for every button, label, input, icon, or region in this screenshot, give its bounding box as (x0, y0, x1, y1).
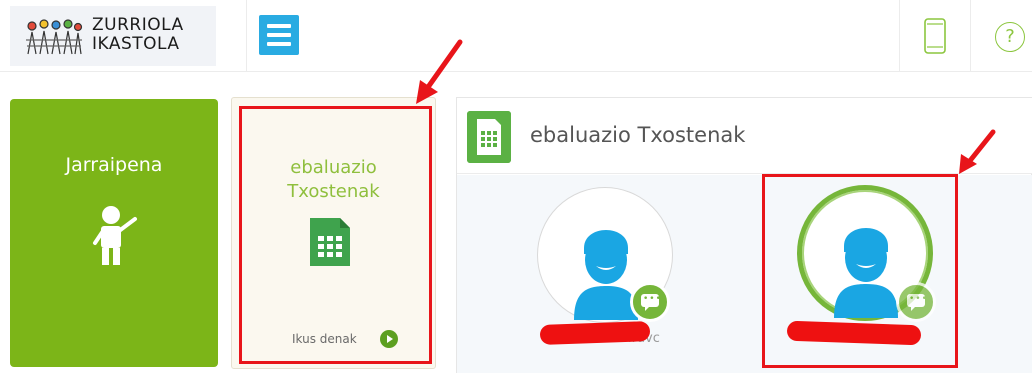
header-divider (246, 0, 247, 72)
school-logo-icon (26, 19, 83, 55)
header-divider (970, 0, 971, 72)
logo-text: ZURRIOLA IKASTOLA (92, 16, 184, 54)
chat-bubble-icon[interactable]: ••• (630, 282, 670, 322)
logo-line-2: IKASTOLA (92, 34, 180, 54)
annotation-arrow (416, 39, 463, 104)
mobile-phone-icon[interactable] (923, 18, 947, 54)
tile-title: Jarraipena (65, 154, 163, 176)
tile-jarraipena[interactable]: Jarraipena (10, 99, 218, 367)
highlight-box (762, 174, 958, 368)
panel-header: ebaluazio Txostenak (457, 98, 1032, 174)
teacher-icon (93, 206, 137, 265)
help-icon[interactable]: ? (995, 22, 1025, 52)
panel-title: ebaluazio Txostenak (530, 123, 746, 147)
school-logo[interactable]: ZURRIOLA IKASTOLA (10, 6, 216, 66)
menu-bar (267, 24, 291, 28)
logo-line-1: ZURRIOLA (92, 15, 184, 35)
spreadsheet-icon (467, 111, 511, 163)
menu-bar (267, 33, 291, 37)
redaction-mark (539, 321, 651, 345)
highlight-box (239, 106, 432, 364)
header-divider (899, 0, 900, 72)
top-bar: ZURRIOLA IKASTOLA ? (0, 0, 1032, 72)
annotation-arrow (959, 129, 996, 174)
menu-bar (267, 42, 291, 46)
hamburger-menu-icon[interactable] (259, 15, 299, 55)
bubble-dots: ••• (643, 294, 662, 304)
